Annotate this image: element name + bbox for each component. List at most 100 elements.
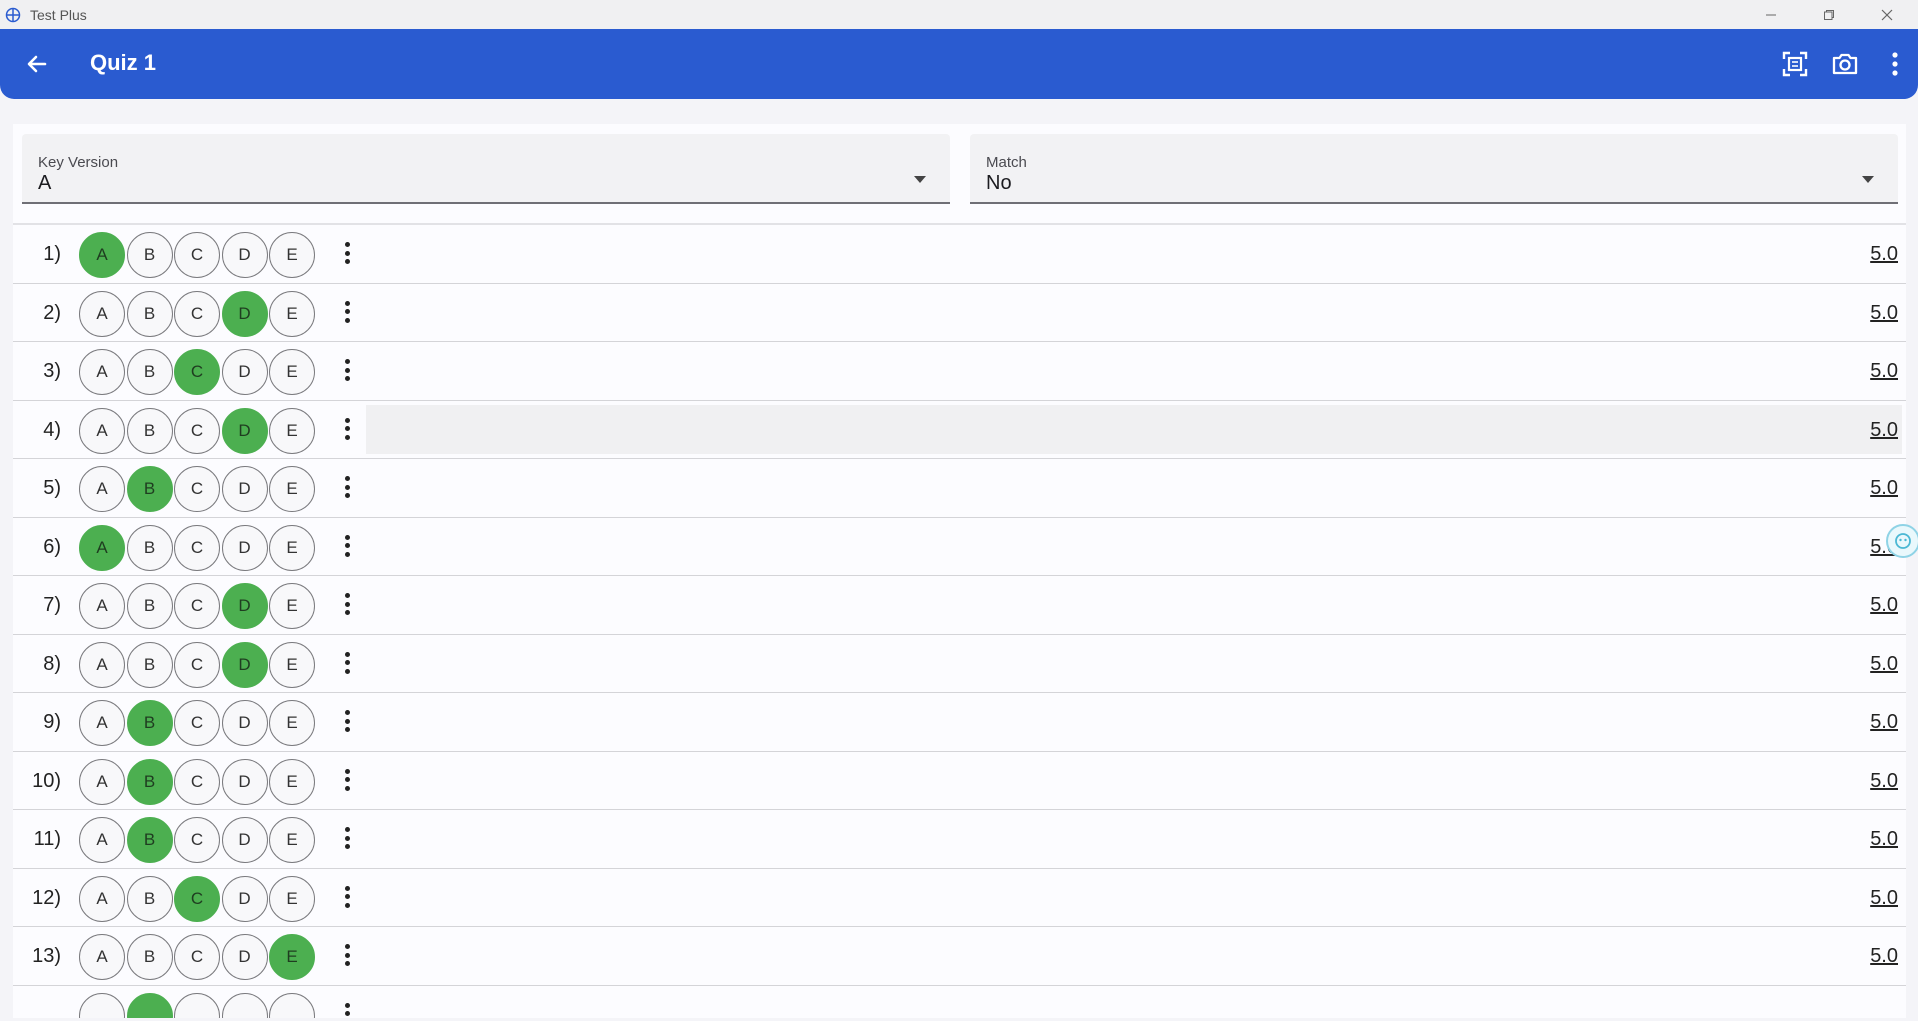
question-menu-button[interactable] (341, 416, 353, 442)
answer-bubble-b[interactable]: B (126, 875, 173, 922)
question-menu-button[interactable] (341, 240, 353, 266)
answer-bubble-e[interactable]: E (269, 524, 315, 571)
answer-bubble-b[interactable]: B (126, 700, 173, 746)
answer-bubble-a[interactable]: A (79, 875, 125, 922)
answer-bubble-d[interactable]: D (221, 700, 268, 746)
question-menu-button[interactable] (341, 825, 353, 851)
answer-bubble-b[interactable]: B (126, 758, 173, 805)
back-button[interactable] (18, 45, 56, 83)
answer-bubble-a[interactable]: A (79, 466, 125, 512)
answer-bubble-a[interactable]: A (79, 700, 125, 746)
question-points[interactable]: 5.0 (1870, 477, 1898, 500)
answer-bubble-a[interactable]: A (79, 758, 125, 805)
minimize-button[interactable] (1742, 0, 1800, 29)
answer-bubble-a[interactable]: A (79, 407, 125, 454)
camera-button[interactable] (1825, 44, 1865, 84)
scan-button[interactable] (1775, 44, 1815, 84)
question-points[interactable]: 5.0 (1870, 360, 1898, 383)
answer-bubble-c[interactable]: C (174, 758, 220, 805)
answer-bubble-d[interactable]: D (221, 758, 268, 805)
answer-bubble-c[interactable]: C (174, 817, 220, 863)
answer-bubble-b[interactable]: B (126, 934, 173, 980)
question-menu-button[interactable] (341, 591, 353, 617)
answer-bubble-b[interactable]: B (126, 641, 173, 688)
answer-bubble-e[interactable]: E (269, 875, 315, 922)
answer-bubble-e[interactable]: E (269, 700, 315, 746)
answer-bubble-d[interactable] (221, 992, 268, 1018)
answer-bubble-c[interactable]: C (174, 700, 220, 746)
answer-bubble-a[interactable]: A (79, 524, 125, 571)
answer-bubble-c[interactable]: C (174, 466, 220, 512)
answer-bubble-e[interactable]: E (269, 758, 315, 805)
answer-bubble-c[interactable]: C (174, 407, 220, 454)
answer-bubble-d[interactable]: D (221, 466, 268, 512)
answer-bubble-b[interactable]: B (126, 583, 173, 629)
more-options-button[interactable] (1875, 44, 1915, 84)
answer-bubble-a[interactable]: A (79, 817, 125, 863)
answer-bubble-d[interactable]: D (221, 524, 268, 571)
answer-bubble-e[interactable]: E (269, 232, 315, 278)
question-points[interactable]: 5.0 (1870, 770, 1898, 793)
answer-bubble-a[interactable] (79, 992, 125, 1018)
question-menu-button[interactable] (341, 299, 353, 325)
answer-bubble-b[interactable]: B (126, 466, 173, 512)
answer-bubble-c[interactable]: C (174, 934, 220, 980)
question-points[interactable]: 5.0 (1870, 711, 1898, 734)
answer-bubble-a[interactable]: A (79, 349, 125, 395)
assistant-floating-button[interactable] (1886, 524, 1918, 558)
answer-bubble-c[interactable]: C (174, 875, 220, 922)
question-points[interactable]: 5.0 (1870, 945, 1898, 968)
answer-bubble-d[interactable]: D (221, 934, 268, 980)
answer-bubble-e[interactable]: E (269, 641, 315, 688)
answer-bubble-c[interactable]: C (174, 583, 220, 629)
answer-bubble-c[interactable]: C (174, 290, 220, 337)
question-points[interactable]: 5.0 (1870, 828, 1898, 851)
question-points[interactable]: 5.0 (1870, 887, 1898, 910)
answer-bubble-d[interactable]: D (221, 407, 268, 454)
question-menu-button[interactable] (341, 884, 353, 910)
answer-bubble-a[interactable]: A (79, 583, 125, 629)
answer-bubble-e[interactable]: E (269, 349, 315, 395)
answer-bubble-c[interactable]: C (174, 641, 220, 688)
answer-bubble-e[interactable]: E (269, 466, 315, 512)
question-points[interactable]: 5.0 (1870, 653, 1898, 676)
question-points[interactable]: 5.0 (1870, 419, 1898, 442)
answer-bubble-e[interactable] (269, 992, 315, 1018)
question-menu-button[interactable] (341, 650, 353, 676)
question-menu-button[interactable] (341, 708, 353, 734)
answer-bubble-d[interactable]: D (221, 349, 268, 395)
answer-bubble-a[interactable]: A (79, 934, 125, 980)
question-menu-button[interactable] (341, 474, 353, 500)
answer-bubble-e[interactable]: E (269, 290, 315, 337)
question-menu-button[interactable] (341, 357, 353, 383)
answer-bubble-d[interactable]: D (221, 583, 268, 629)
question-menu-button[interactable] (341, 767, 353, 793)
answer-bubble-d[interactable]: D (221, 290, 268, 337)
answer-bubble-d[interactable]: D (221, 875, 268, 922)
question-menu-button[interactable] (341, 1001, 353, 1019)
question-points[interactable]: 5.0 (1870, 302, 1898, 325)
answer-bubble-e[interactable]: E (269, 934, 315, 980)
key-version-select[interactable]: Key Version A (22, 134, 950, 204)
answer-bubble-b[interactable]: B (126, 349, 173, 395)
close-window-button[interactable] (1858, 0, 1916, 29)
answer-bubble-b[interactable]: B (126, 524, 173, 571)
answer-bubble-c[interactable]: C (174, 349, 220, 395)
answer-bubble-e[interactable]: E (269, 583, 315, 629)
answer-bubble-d[interactable]: D (221, 232, 268, 278)
question-menu-button[interactable] (341, 942, 353, 968)
answer-bubble-c[interactable]: C (174, 524, 220, 571)
question-points[interactable]: 5.0 (1870, 243, 1898, 266)
match-select[interactable]: Match No (970, 134, 1898, 204)
answer-bubble-b[interactable]: B (126, 290, 173, 337)
answer-bubble-e[interactable]: E (269, 817, 315, 863)
answer-bubble-b[interactable]: B (126, 407, 173, 454)
answer-bubble-a[interactable]: A (79, 232, 125, 278)
question-menu-button[interactable] (341, 533, 353, 559)
answer-bubble-b[interactable]: B (126, 232, 173, 278)
answer-bubble-a[interactable]: A (79, 641, 125, 688)
question-points[interactable]: 5.0 (1870, 594, 1898, 617)
answer-bubble-c[interactable]: C (174, 232, 220, 278)
restore-button[interactable] (1800, 0, 1858, 29)
answer-bubble-b[interactable]: B (126, 817, 173, 863)
